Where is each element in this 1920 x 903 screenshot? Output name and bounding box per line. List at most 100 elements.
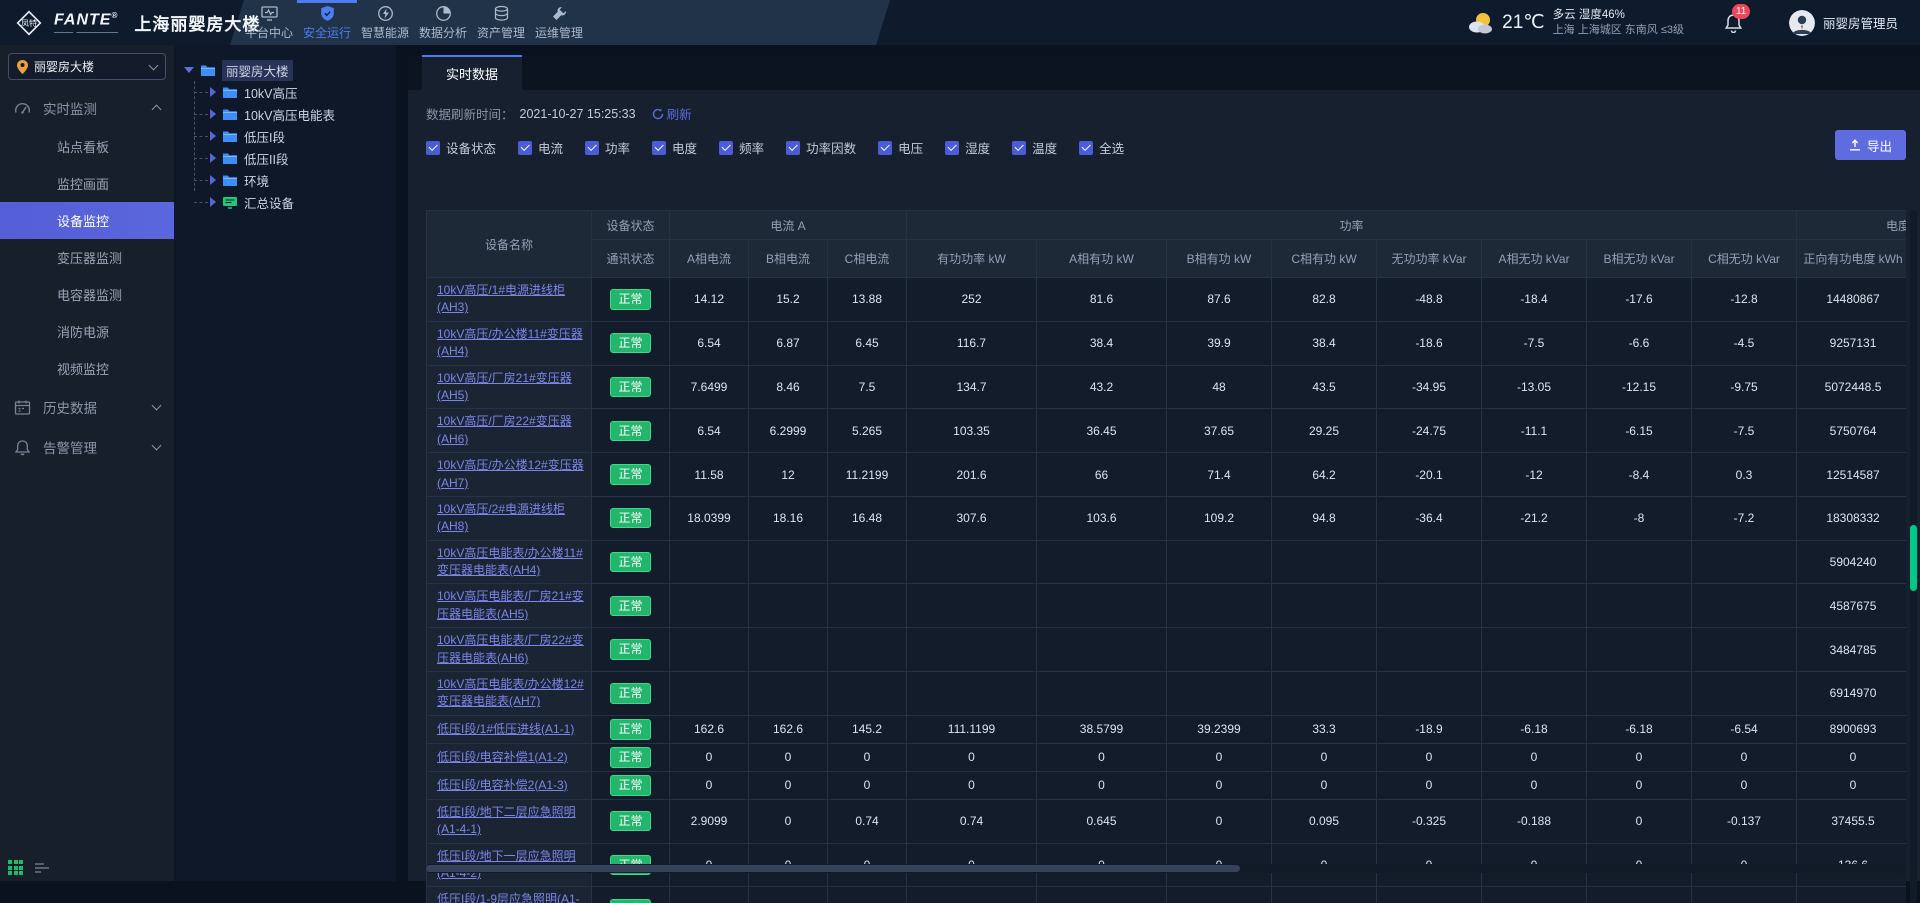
device-link[interactable]: 10kV高压电能表/厂房21#变压器电能表(AH5) [437,589,584,620]
sidebar-item-设备监控[interactable]: 设备监控 [0,202,174,239]
device-link[interactable]: 10kV高压电能表/办公楼12#变压器电能表(AH7) [437,677,584,708]
horizontal-scrollbar-thumb[interactable] [426,865,1240,872]
checkbox-checked-icon[interactable] [652,141,666,155]
avatar[interactable] [1789,10,1815,36]
nav-item-label: 运维管理 [535,24,583,41]
checkbox-checked-icon[interactable] [1079,141,1093,155]
filter-checkbox-频率[interactable]: 频率 [719,138,764,157]
tree-node-环境[interactable]: 环境 [210,169,396,191]
sidebar-item-监控画面[interactable]: 监控画面 [0,165,174,202]
value-cell [1272,540,1377,584]
export-button[interactable]: 导出 [1835,130,1906,160]
filter-checkbox-电流[interactable]: 电流 [518,138,563,157]
table-row: 低压I段/地下二层应急照明(A1-4-1)正常2.909900.740.740.… [427,799,1907,843]
value-cell: 82.8 [1272,278,1377,322]
station-selector[interactable]: 丽婴房大楼 [8,53,166,80]
table-row: 10kV高压/办公楼12#变压器(AH7)正常11.581211.2199201… [427,453,1907,497]
checkbox-checked-icon[interactable] [1012,141,1026,155]
vertical-scrollbar-thumb[interactable] [1910,525,1917,591]
filter-checkbox-功率因数[interactable]: 功率因数 [786,138,856,157]
tab-realtime-data[interactable]: 实时数据 [422,55,522,90]
sidebar-group-实时监测[interactable]: 实时监测 [0,88,174,128]
value-cell [749,584,828,628]
filter-checkbox-电压[interactable]: 电压 [878,138,923,157]
list-icon[interactable] [35,863,49,875]
tree-node-root[interactable]: 丽婴房大楼 [184,59,396,81]
device-link[interactable]: 10kV高压/2#电源进线柜(AH8) [437,502,565,533]
analysis-icon [435,5,452,22]
checkbox-checked-icon[interactable] [585,141,599,155]
sidebar-item-变压器监测[interactable]: 变压器监测 [0,239,174,276]
tree-node-label: 低压I段 [244,127,285,146]
nav-item-6[interactable]: 运维管理 [536,0,582,45]
checkbox-checked-icon[interactable] [878,141,892,155]
device-link[interactable]: 低压I段/地下二层应急照明(A1-4-1) [437,805,576,836]
tree-node-低压I段[interactable]: 低压I段 [210,125,396,147]
value-cell: 2.56 [749,887,828,903]
filter-checkbox-电度[interactable]: 电度 [652,138,697,157]
value-cell: 0 [749,771,828,799]
value-cell [1587,584,1692,628]
value-cell: -7.5 [1482,321,1587,365]
checkbox-checked-icon[interactable] [719,141,733,155]
filter-checkbox-湿度[interactable]: 湿度 [945,138,990,157]
value-cell [1692,584,1797,628]
device-name-cell: 10kV高压/办公楼12#变压器(AH7) [427,453,592,497]
nav-item-4[interactable]: 数据分析 [420,0,466,45]
sidebar-group-历史数据[interactable]: 历史数据 [0,387,174,427]
device-link[interactable]: 10kV高压/办公楼11#变压器(AH4) [437,327,583,358]
value-cell: 39.9 [1167,321,1272,365]
filter-checkbox-设备状态[interactable]: 设备状态 [426,138,496,157]
table-row: 10kV高压/办公楼11#变压器(AH4)正常6.546.876.45116.7… [427,321,1907,365]
value-cell [828,672,907,716]
export-icon [1849,139,1861,151]
device-link[interactable]: 低压I段/1-9层应急照明(A1-4- [437,892,580,903]
filter-checkbox-功率[interactable]: 功率 [585,138,630,157]
filter-checkbox-全选[interactable]: 全选 [1079,138,1124,157]
sidebar-item-站点看板[interactable]: 站点看板 [0,128,174,165]
tree-node-汇总设备[interactable]: 汇总设备 [210,191,396,213]
checkbox-checked-icon[interactable] [945,141,959,155]
tree-node-10kV高压[interactable]: 10kV高压 [210,81,396,103]
notification-bell[interactable]: 11 [1724,13,1743,33]
device-link[interactable]: 10kV高压/厂房21#变压器(AH5) [437,371,572,402]
horizontal-scrollbar[interactable] [426,864,1906,873]
device-link[interactable]: 10kV高压电能表/厂房22#变压器电能表(AH6) [437,633,584,664]
checkbox-checked-icon[interactable] [518,141,532,155]
checkbox-checked-icon[interactable] [426,141,440,155]
value-cell [749,628,828,672]
sidebar-item-消防电源[interactable]: 消防电源 [0,313,174,350]
checkbox-checked-icon[interactable] [786,141,800,155]
sidebar-group-告警管理[interactable]: 告警管理 [0,427,174,467]
nav-item-3[interactable]: 智慧能源 [362,0,408,45]
value-cell: -4.5 [1692,321,1797,365]
value-cell: 3484785 [1797,628,1906,672]
device-link[interactable]: 低压I段/电容补偿2(A1-3) [437,778,568,792]
device-link[interactable]: 低压I段/1#低压进线(A1-1) [437,722,574,736]
nav-item-5[interactable]: 资产管理 [478,0,524,45]
status-badge: 正常 [610,508,650,528]
value-cell: -0.325 [1377,799,1482,843]
value-cell: 0 [828,771,907,799]
tree-node-10kV高压电能表[interactable]: 10kV高压电能表 [210,103,396,125]
username[interactable]: 丽婴房管理员 [1823,13,1898,32]
device-link[interactable]: 10kV高压电能表/办公楼11#变压器电能表(AH4) [437,546,583,577]
value-cell: 43.5 [1272,365,1377,409]
tree-node-低压II段[interactable]: 低压II段 [210,147,396,169]
device-link[interactable]: 10kV高压/办公楼12#变压器(AH7) [437,458,584,489]
sidebar-item-电容器监测[interactable]: 电容器监测 [0,276,174,313]
sidebar-item-视频监控[interactable]: 视频监控 [0,350,174,387]
value-cell [1377,628,1482,672]
filter-checkbox-温度[interactable]: 温度 [1012,138,1057,157]
nav-item-1[interactable]: 平台中心 [246,0,292,45]
device-link[interactable]: 10kV高压/厂房22#变压器(AH6) [437,414,572,445]
comm-status-cell: 正常 [592,672,670,716]
device-link[interactable]: 低压I段/电容补偿1(A1-2) [437,750,568,764]
device-name-cell: 10kV高压电能表/厂房21#变压器电能表(AH5) [427,584,592,628]
vertical-scrollbar[interactable] [1910,210,1917,903]
nav-item-2[interactable]: 安全运行 [304,0,350,45]
value-cell: 134.7 [907,365,1037,409]
device-link[interactable]: 10kV高压/1#电源进线柜(AH3) [437,283,565,314]
grid-dots-icon[interactable] [8,860,23,875]
refresh-button[interactable]: 刷新 [652,104,692,123]
